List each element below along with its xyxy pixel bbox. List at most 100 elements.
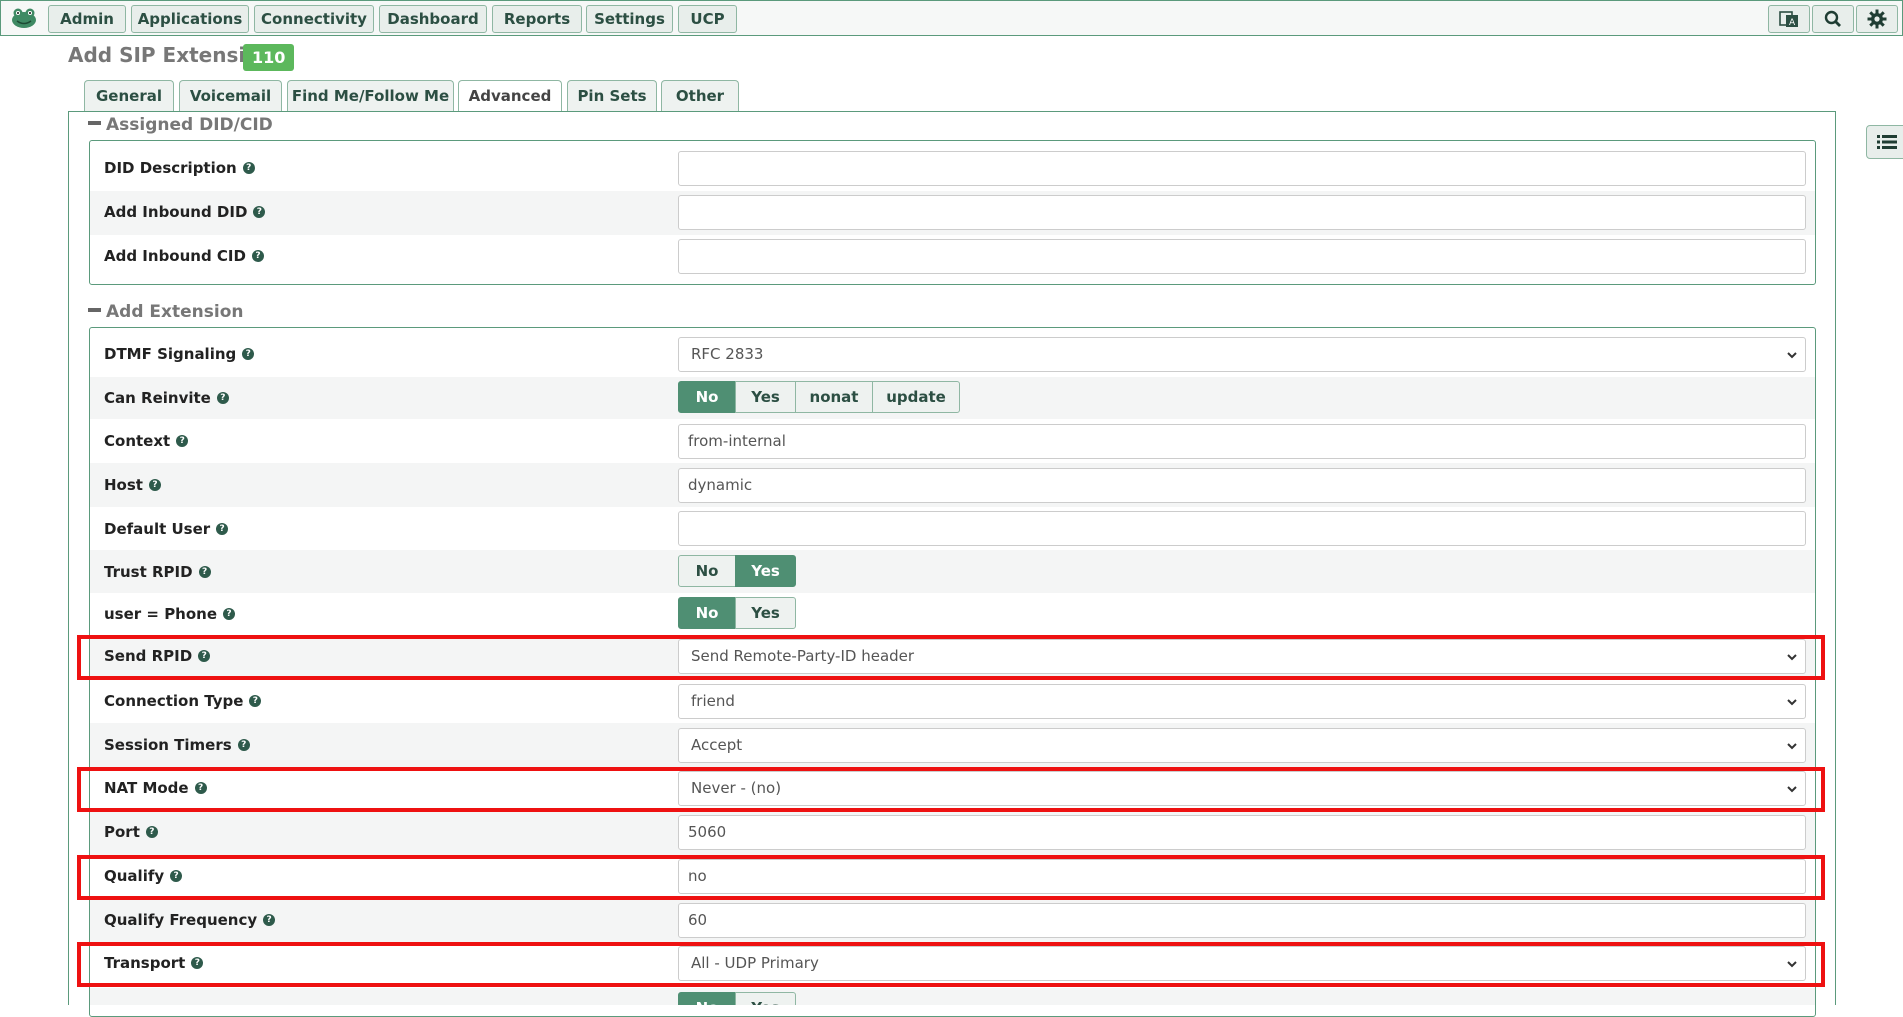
- settings-button[interactable]: [1856, 5, 1898, 33]
- menu-settings[interactable]: Settings: [586, 5, 673, 33]
- tab-panel-border: [68, 111, 1836, 112]
- tab-pin-sets[interactable]: Pin Sets: [567, 80, 657, 111]
- help-icon[interactable]: ?: [263, 913, 276, 926]
- help-icon[interactable]: ?: [251, 249, 264, 262]
- menu-applications[interactable]: Applications: [131, 5, 249, 33]
- qualify-frequency-label: Qualify Frequency?: [104, 911, 276, 929]
- tab-other[interactable]: Other: [661, 80, 739, 111]
- menu-dashboard[interactable]: Dashboard: [379, 5, 487, 33]
- help-icon[interactable]: ?: [253, 205, 266, 218]
- can-reinvite-nonat[interactable]: nonat: [795, 381, 873, 413]
- help-icon[interactable]: ?: [176, 434, 189, 447]
- context-input[interactable]: from-internal: [678, 424, 1806, 459]
- default-user-input[interactable]: [678, 511, 1806, 546]
- row-dtmf-signaling: DTMF Signaling? RFC 2833: [90, 333, 1815, 375]
- panel-border-right: [1835, 111, 1836, 1005]
- menu-reports[interactable]: Reports: [492, 5, 582, 33]
- port-label: Port?: [104, 823, 158, 841]
- connection-type-select[interactable]: friend: [678, 684, 1806, 719]
- context-label: Context?: [104, 432, 189, 450]
- help-icon[interactable]: ?: [145, 825, 158, 838]
- qualify-frequency-input[interactable]: 60: [678, 903, 1806, 938]
- connection-type-label: Connection Type?: [104, 692, 262, 710]
- language-icon: A: [1779, 11, 1798, 28]
- can-reinvite-yes[interactable]: Yes: [735, 381, 796, 413]
- session-timers-select[interactable]: Accept: [678, 728, 1806, 763]
- gear-icon: [1867, 9, 1887, 29]
- session-timers-label: Session Timers?: [104, 736, 250, 754]
- menu-ucp[interactable]: UCP: [678, 5, 737, 33]
- row-port: Port? 5060: [90, 811, 1815, 855]
- row-connection-type: Connection Type? friend: [90, 680, 1815, 722]
- can-reinvite-label: Can Reinvite?: [104, 389, 229, 407]
- highlight-nat-mode: [77, 767, 1825, 812]
- top-navbar: Admin Applications Connectivity Dashboar…: [0, 0, 1903, 36]
- tab-find-me-follow-me[interactable]: Find Me/Follow Me: [287, 80, 454, 111]
- row-trust-rpid: Trust RPID? No Yes: [90, 550, 1815, 593]
- row-partially-visible: No Yes: [90, 988, 1815, 1005]
- host-input[interactable]: dynamic: [678, 468, 1806, 503]
- search-button[interactable]: [1812, 5, 1854, 33]
- user-phone-yes[interactable]: Yes: [735, 597, 796, 629]
- chevron-down-icon: [1787, 743, 1797, 750]
- trust-rpid-yes[interactable]: Yes: [735, 555, 796, 587]
- row-session-timers: Session Timers? Accept: [90, 723, 1815, 767]
- row-add-inbound-cid: Add Inbound CID?: [90, 236, 1815, 278]
- help-icon[interactable]: ?: [249, 694, 262, 707]
- list-icon: [1877, 135, 1897, 149]
- menu-connectivity[interactable]: Connectivity: [254, 5, 374, 33]
- chevron-down-icon: [1787, 699, 1797, 706]
- language-button[interactable]: A: [1768, 5, 1810, 33]
- search-icon: [1824, 10, 1841, 27]
- row-add-inbound-did: Add Inbound DID?: [90, 191, 1815, 235]
- trust-rpid-radio-group: No Yes: [678, 555, 796, 587]
- user-phone-no[interactable]: No: [678, 597, 736, 629]
- next-yes[interactable]: Yes: [735, 992, 796, 1005]
- highlight-transport: [77, 942, 1825, 987]
- row-did-description: DID Description?: [90, 149, 1815, 189]
- add-inbound-did-label: Add Inbound DID?: [104, 203, 266, 221]
- add-inbound-did-input[interactable]: [678, 195, 1806, 230]
- can-reinvite-no[interactable]: No: [678, 381, 736, 413]
- highlight-qualify: [77, 855, 1825, 900]
- next-radio-group: No Yes: [678, 992, 796, 1005]
- tab-general[interactable]: General: [84, 80, 174, 111]
- freepbx-logo-icon[interactable]: [11, 7, 37, 29]
- row-context: Context? from-internal: [90, 420, 1815, 462]
- add-inbound-cid-input[interactable]: [678, 239, 1806, 274]
- row-default-user: Default User?: [90, 508, 1815, 550]
- row-can-reinvite: Can Reinvite? No Yes nonat update: [90, 377, 1815, 419]
- tab-advanced[interactable]: Advanced: [458, 80, 562, 112]
- help-icon[interactable]: ?: [223, 607, 236, 620]
- row-qualify-frequency: Qualify Frequency? 60: [90, 899, 1815, 942]
- menu-admin[interactable]: Admin: [48, 5, 126, 33]
- section-title-did[interactable]: Assigned DID/CID: [88, 115, 273, 135]
- row-host: Host? dynamic: [90, 463, 1815, 507]
- help-icon[interactable]: ?: [198, 565, 211, 578]
- help-icon[interactable]: ?: [216, 391, 229, 404]
- help-icon[interactable]: ?: [242, 347, 255, 360]
- help-icon[interactable]: ?: [148, 478, 161, 491]
- user-phone-radio-group: No Yes: [678, 597, 796, 629]
- sidebar-toggle-button[interactable]: [1866, 125, 1903, 159]
- help-icon[interactable]: ?: [216, 522, 229, 535]
- extension-badge: 110: [243, 44, 295, 71]
- collapse-icon: [88, 121, 101, 125]
- dtmf-signaling-select[interactable]: RFC 2833: [678, 337, 1806, 372]
- port-input[interactable]: 5060: [678, 815, 1806, 850]
- trust-rpid-no[interactable]: No: [678, 555, 736, 587]
- default-user-label: Default User?: [104, 520, 229, 538]
- did-description-label: DID Description?: [104, 159, 255, 177]
- chevron-down-icon: [1787, 352, 1797, 359]
- collapse-icon: [88, 308, 101, 312]
- tab-voicemail[interactable]: Voicemail: [179, 80, 282, 111]
- next-no[interactable]: No: [678, 992, 736, 1005]
- can-reinvite-update[interactable]: update: [872, 381, 960, 413]
- panel-border-left: [68, 111, 69, 1005]
- host-label: Host?: [104, 476, 161, 494]
- help-icon[interactable]: ?: [242, 161, 255, 174]
- trust-rpid-label: Trust RPID?: [104, 563, 211, 581]
- did-description-input[interactable]: [678, 151, 1806, 186]
- help-icon[interactable]: ?: [237, 738, 250, 751]
- section-title-add-extension[interactable]: Add Extension: [88, 302, 243, 322]
